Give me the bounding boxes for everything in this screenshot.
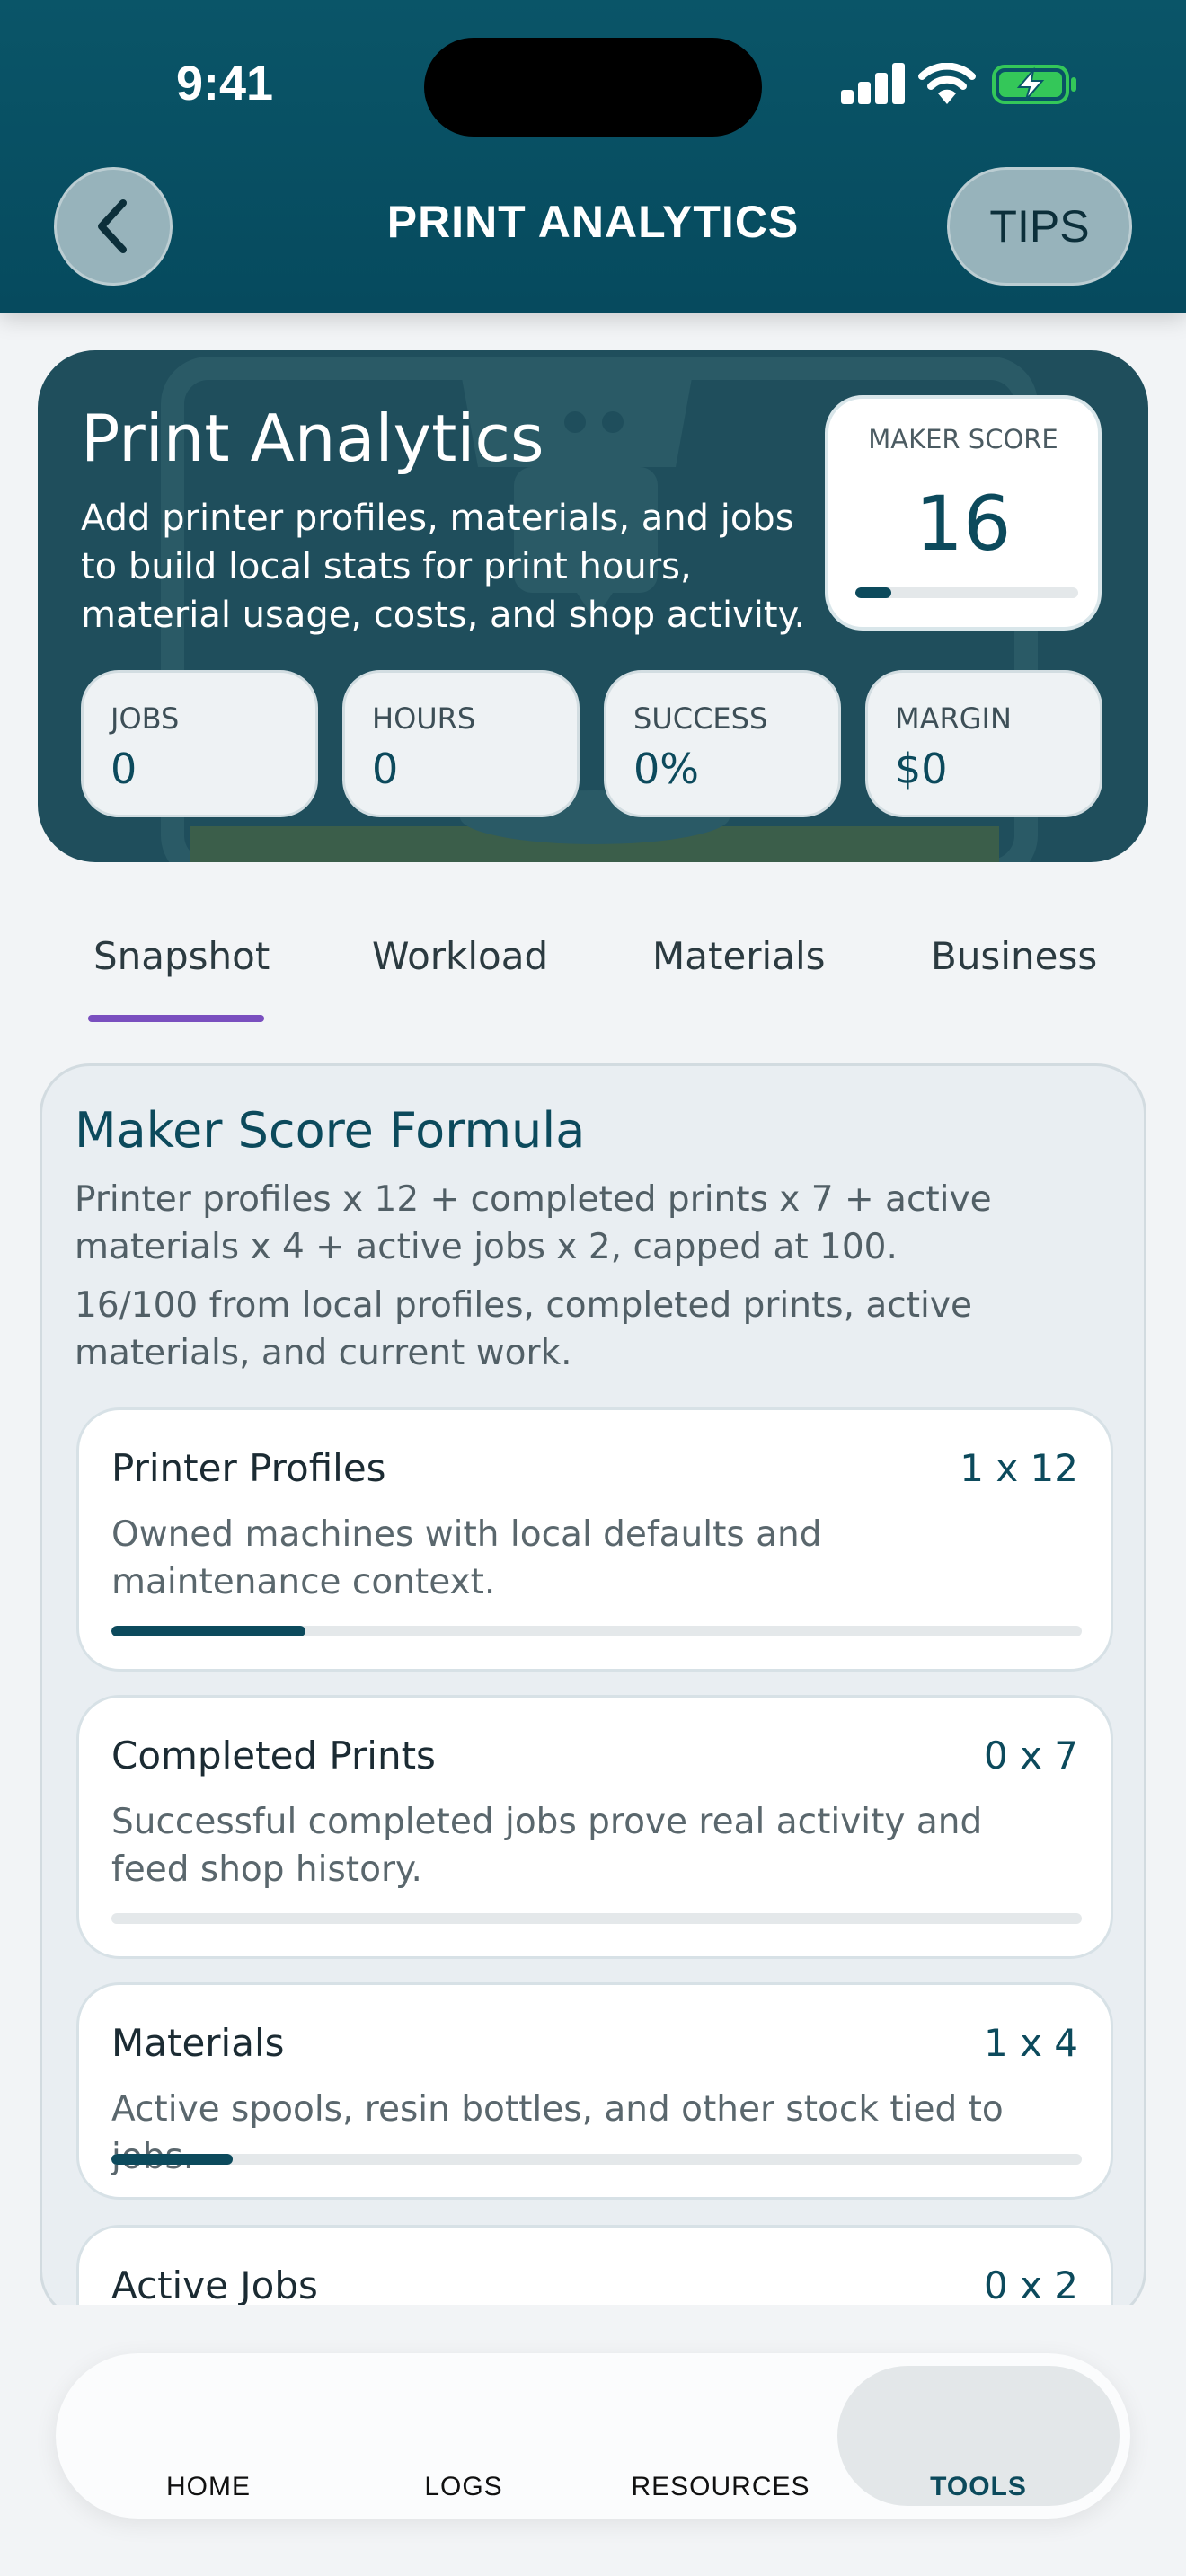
status-time: 9:41 [175,57,274,110]
stat-label: HOURS [372,701,476,736]
metric-name: Completed Prints [111,1734,436,1778]
stat-label: SUCCESS [633,701,768,736]
battery-charging-icon [992,65,1076,104]
hero-description: Add printer profiles, materials, and job… [81,498,806,636]
stat-value: 0% [633,745,699,793]
metric-name: Active Jobs [111,2263,318,2307]
tab-workload[interactable]: Workload [372,934,548,978]
maker-score-formula-panel: Maker Score Formula Printer profiles x 1… [40,1063,1146,2321]
metric-progress [111,1626,1082,1636]
tips-button[interactable]: TIPS [947,167,1132,286]
back-button[interactable] [54,167,173,286]
stat-value: $0 [895,745,948,793]
stat-success: SUCCESS 0% [604,670,841,817]
metric-progress-fill [111,1626,305,1636]
metric-card-materials: Materials 1 x 4 Active spools, resin bot… [76,1982,1113,2200]
tab-snapshot[interactable]: Snapshot [93,934,270,978]
top-app-bar: 9:41 PRINT ANALYTICS TIPS [0,0,1186,313]
nav-item-home[interactable]: HOME [101,2472,316,2502]
metric-description: Active spools, resin bottles, and other … [111,2089,1004,2177]
tab-materials[interactable]: Materials [652,934,826,978]
metric-progress-fill [111,2154,233,2165]
bottom-navigation: HOME LOGS RESOURCES TOOLS [56,2353,1130,2519]
active-tab-indicator [88,1015,264,1022]
stat-jobs: JOBS 0 [81,670,318,817]
cellular-signal-icon [841,63,905,104]
metric-progress [111,2154,1082,2165]
metric-progress [111,1913,1082,1924]
stat-label: JOBS [111,701,180,736]
stat-hours: HOURS 0 [342,670,580,817]
tab-business[interactable]: Business [931,934,1097,978]
maker-score-progress [855,587,1078,598]
hero-title: Print Analytics [81,401,544,476]
chevron-left-icon [98,199,127,253]
metric-card-printer-profiles: Printer Profiles 1 x 12 Owned machines w… [76,1407,1113,1672]
stat-value: 0 [111,745,137,793]
metric-description: Successful completed jobs prove real act… [111,1802,983,1890]
stat-margin: MARGIN $0 [865,670,1102,817]
metric-formula: 0 x 7 [984,1734,1078,1778]
formula-description: Printer profiles x 12 + completed prints… [75,1179,992,1267]
metric-name: Printer Profiles [111,1446,386,1490]
formula-title: Maker Score Formula [75,1102,586,1159]
metric-formula: 1 x 12 [960,1446,1078,1490]
metric-description: Owned machines with local defaults and m… [111,1514,822,1602]
formula-summary: 16/100 from local profiles, completed pr… [75,1285,972,1373]
stat-label: MARGIN [895,701,1012,736]
dynamic-island [424,38,762,137]
maker-score-progress-fill [855,587,891,598]
page-title: PRINT ANALYTICS [386,197,800,247]
status-icons [841,63,1078,108]
maker-score-value: 16 [915,480,1012,568]
stat-value: 0 [372,745,399,793]
nav-item-tools[interactable]: TOOLS [871,2472,1086,2502]
wifi-icon [918,63,976,104]
analytics-hero-card: Print Analytics Add printer profiles, ma… [38,350,1148,862]
metric-card-completed-prints: Completed Prints 0 x 7 Successful comple… [76,1695,1113,1959]
metric-name: Materials [111,2021,285,2065]
nav-item-resources[interactable]: RESOURCES [613,2472,828,2502]
maker-score-card: MAKER SCORE 16 [825,395,1102,631]
nav-item-logs[interactable]: LOGS [356,2472,571,2502]
metric-formula: 0 x 2 [984,2263,1078,2307]
maker-score-label: MAKER SCORE [868,424,1058,454]
metric-formula: 1 x 4 [984,2021,1078,2065]
